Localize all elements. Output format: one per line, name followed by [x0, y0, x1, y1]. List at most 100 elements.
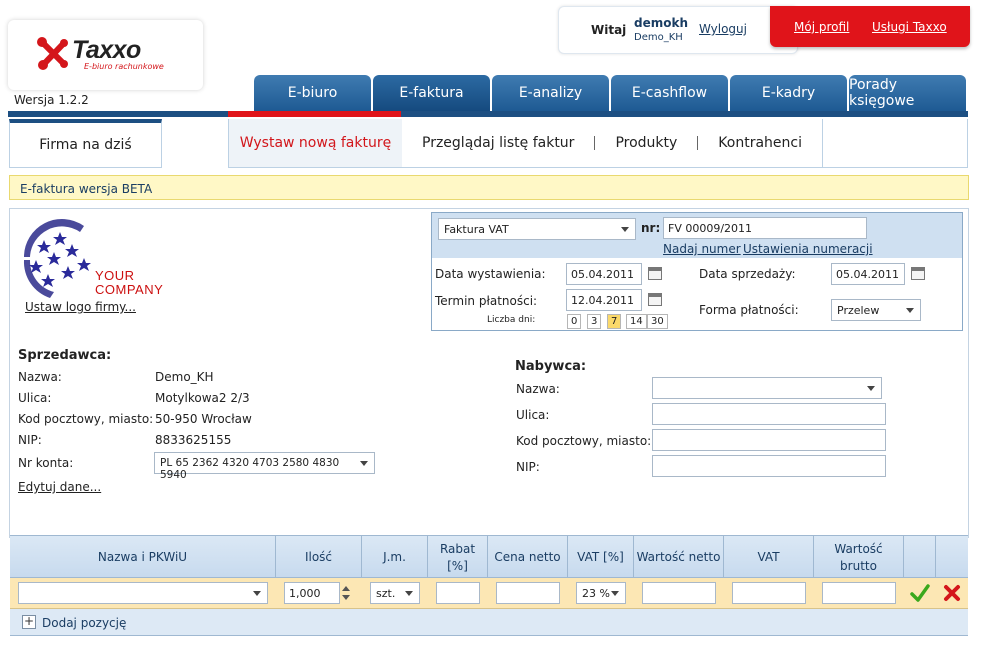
col-confirm [904, 536, 936, 579]
item-name-select[interactable] [18, 582, 268, 604]
invoice-number-input[interactable] [663, 217, 867, 239]
subnav-invoice-list[interactable]: Przeglądaj listę faktur [402, 119, 594, 167]
quantity-input[interactable] [284, 582, 340, 604]
buyer-name-label: Nazwa: [516, 382, 560, 396]
chevron-down-icon [360, 461, 368, 466]
days-option-14[interactable]: 14 [626, 314, 647, 329]
buyer-nip-label: NIP: [516, 460, 540, 474]
seller-street-label: Ulica: [18, 391, 52, 405]
logo-text-company: COMPANY [95, 282, 164, 297]
chevron-down-icon [906, 308, 914, 313]
checkmark-icon[interactable] [910, 583, 930, 603]
tab-e-kadry[interactable]: E-kadry [730, 75, 847, 111]
version-label: Wersja 1.2.2 [14, 93, 89, 107]
seller-name-value: Demo_KH [155, 370, 214, 384]
numbering-settings-link[interactable]: Ustawienia numeracji [743, 242, 873, 256]
edit-seller-link[interactable]: Edytuj dane... [18, 480, 101, 494]
chevron-down-icon [867, 386, 875, 391]
profile-link[interactable]: Mój profil [794, 20, 849, 34]
user-company: Demo_KH [634, 32, 683, 43]
net-price-input[interactable] [496, 582, 560, 604]
logout-link[interactable]: Wyloguj [699, 22, 747, 36]
assign-number-link[interactable]: Nadaj numer [663, 242, 741, 256]
chevron-down-icon [621, 227, 629, 232]
tab-e-biuro[interactable]: E-biuro [254, 75, 371, 111]
greeting: Witaj [591, 23, 627, 37]
sale-date-input[interactable] [831, 263, 905, 285]
main-tabs: E-biuro E-faktura E-analizy E-cashflow E… [254, 75, 968, 111]
document-type-select[interactable]: Faktura VAT [438, 218, 636, 240]
payment-form-value: Przelew [837, 304, 880, 317]
subnav-products[interactable]: Produkty [595, 119, 697, 167]
col-quantity: Ilość [276, 536, 362, 579]
calendar-icon[interactable] [648, 267, 662, 280]
buyer-nip-input[interactable] [652, 455, 886, 477]
tab-e-cashflow[interactable]: E-cashflow [611, 75, 728, 111]
seller-name-label: Nazwa: [18, 370, 62, 384]
add-position-button[interactable]: Dodaj pozycję [42, 616, 126, 630]
services-link[interactable]: Usługi Taxxo [872, 20, 947, 34]
sale-date-label: Data sprzedaży: [699, 267, 796, 281]
firma-na-dzis-button[interactable]: Firma na dziś [9, 119, 162, 168]
seller-nip-label: NIP: [18, 433, 42, 447]
add-position-row: + Dodaj pozycję [10, 609, 968, 636]
table-header: Nazwa i PKWiU Ilość J.m. Rabat [%] Cena … [10, 535, 968, 579]
nr-label: nr: [641, 221, 661, 235]
vat-rate-value: 23 % [582, 587, 610, 600]
buyer-name-select[interactable] [652, 377, 882, 399]
document-details: Faktura VAT nr: Nadaj numer Ustawienia n… [431, 212, 963, 331]
delete-icon[interactable] [942, 583, 962, 603]
buyer-city-label: Kod pocztowy, miasto: [516, 434, 652, 448]
unit-select[interactable]: szt. [370, 582, 420, 604]
buyer-city-input[interactable] [652, 429, 886, 451]
col-unit: J.m. [362, 536, 428, 579]
brand-logo[interactable]: Taxxo E-biuro rachunkowe [8, 20, 203, 90]
vat-value-input[interactable] [732, 582, 806, 604]
seller-city-value: 50-950 Wrocław [155, 412, 252, 426]
divider [822, 118, 823, 168]
days-option-30[interactable]: 30 [647, 314, 668, 329]
issue-date-label: Data wystawienia: [435, 267, 546, 281]
payment-form-select[interactable]: Przelew [831, 299, 921, 321]
net-value-input[interactable] [642, 582, 716, 604]
chevron-down-icon [611, 591, 619, 596]
days-label: Liczba dni: [487, 315, 536, 325]
buyer-street-label: Ulica: [516, 408, 550, 422]
calendar-icon[interactable] [648, 293, 662, 306]
seller-account-select[interactable]: PL 65 2362 4320 4703 2580 4830 5940 [154, 452, 375, 481]
days-option-3[interactable]: 3 [587, 314, 602, 329]
chevron-down-icon [405, 591, 413, 596]
gross-value-input[interactable] [822, 582, 896, 604]
payment-term-input[interactable] [566, 289, 642, 311]
seller-account-label: Nr konta: [18, 456, 74, 470]
discount-input[interactable] [436, 582, 480, 604]
brand-name: Taxxo [72, 36, 141, 64]
plus-icon[interactable]: + [22, 615, 36, 629]
subnav-contractors[interactable]: Kontrahenci [698, 119, 822, 167]
vat-rate-select[interactable]: 23 % [576, 582, 626, 604]
table-row: szt. 23 % [10, 578, 968, 609]
payment-term-label: Termin płatności: [435, 294, 538, 308]
chevron-down-icon [253, 591, 261, 596]
tab-porady[interactable]: Porady księgowe [849, 75, 966, 111]
days-option-0[interactable]: 0 [567, 314, 582, 329]
buyer-street-input[interactable] [652, 403, 886, 425]
calendar-icon[interactable] [911, 267, 925, 280]
col-vat-rate: VAT [%] [568, 536, 634, 579]
brand-tagline: E-biuro rachunkowe [84, 62, 164, 71]
quantity-stepper-icon[interactable] [342, 585, 350, 601]
payment-form-label: Forma płatności: [699, 303, 799, 317]
active-subtab-indicator [228, 111, 401, 117]
tab-e-analizy[interactable]: E-analizy [492, 75, 609, 111]
issue-date-input[interactable] [566, 263, 642, 285]
top-links-panel: Mój profil Usługi Taxxo [770, 6, 970, 47]
set-logo-link[interactable]: Ustaw logo firmy... [25, 300, 136, 314]
user-login: demokh [634, 16, 688, 30]
col-vat: VAT [724, 536, 814, 579]
buyer-title: Nabywca: [515, 359, 587, 374]
days-option-7[interactable]: 7 [607, 314, 622, 329]
subnav-new-invoice[interactable]: Wystaw nową fakturę [229, 119, 402, 167]
tab-e-faktura[interactable]: E-faktura [373, 75, 490, 111]
col-net-value: Wartość netto [634, 536, 724, 579]
sub-navigation: Wystaw nową fakturę Przeglądaj listę fak… [228, 118, 968, 168]
